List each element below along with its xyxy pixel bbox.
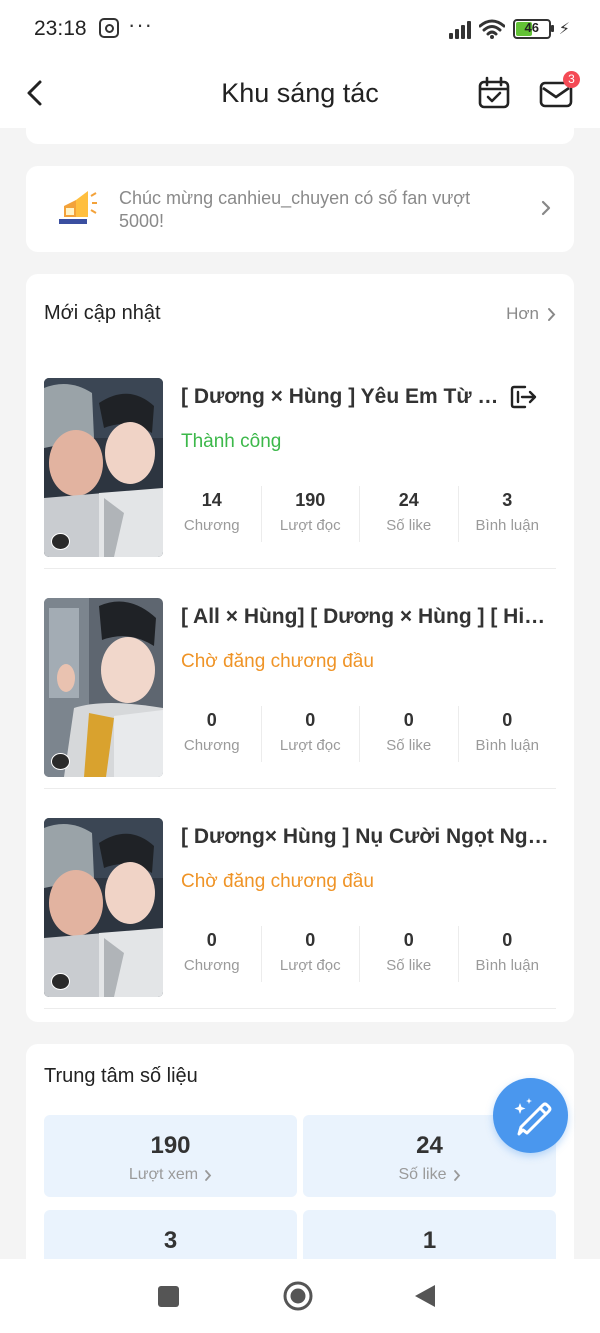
clock: 23:18 (34, 17, 87, 40)
more-link[interactable]: Hơn (506, 304, 556, 324)
stat-likes: 0 Số like (360, 706, 459, 762)
charging-icon: ⚡ (558, 21, 570, 38)
more-notifications-icon: ··· (128, 12, 153, 37)
home-button[interactable] (283, 1281, 313, 1311)
stat-label: Bình luận (475, 737, 539, 754)
stat-value: 0 (206, 710, 217, 730)
metric-label: Lượt xem (128, 1166, 199, 1183)
stat-value: 0 (502, 710, 513, 730)
work-status: Thành công (181, 431, 282, 452)
work-title: [ Dương × Hùng ] Yêu Em Từ Cái Nhìn Đầu … (181, 385, 511, 408)
cover-image (44, 818, 163, 997)
metric-value: 190 (150, 1132, 191, 1159)
cover-image (44, 378, 163, 557)
stat-label: Chương (183, 517, 240, 534)
recents-button[interactable] (158, 1286, 179, 1307)
stat-comments: 0 Bình luận (459, 926, 557, 982)
megaphone-icon (59, 191, 97, 224)
comment-bubble-icon (51, 753, 70, 770)
battery-icon: 46 (512, 19, 554, 39)
stat-label: Lượt đọc (279, 517, 341, 534)
work-item[interactable]: [ Dương× Hùng ] Nụ Cười Ngọt Ngào Chờ đă… (44, 798, 556, 1009)
stat-label: Số like (386, 957, 432, 974)
work-title: [ All × Hùng] [ Dương × Hùng ] [ Hiếu × … (181, 605, 551, 628)
calendar-check-icon[interactable] (477, 76, 511, 110)
stat-comments: 3 Bình luận (459, 486, 557, 542)
work-stats: 0 Chương 0 Lượt đọc 0 Số like 0 Bình luận (163, 706, 556, 762)
system-back-button[interactable] (413, 1283, 437, 1309)
metric-label: Số like (398, 1166, 447, 1183)
write-fab-button[interactable] (493, 1078, 568, 1153)
work-stats: 0 Chương 0 Lượt đọc 0 Số like 0 Bình luận (163, 926, 556, 982)
stat-chapters: 14 Chương (163, 486, 262, 542)
app-header: Khu sáng tác (0, 58, 600, 128)
pencil-sparkle-icon (514, 1098, 552, 1136)
section-title: Mới cập nhật (44, 302, 161, 324)
stat-value: 0 (305, 930, 316, 950)
instagram-icon (99, 18, 119, 38)
work-title: [ Dương× Hùng ] Nụ Cười Ngọt Ngào (181, 825, 551, 848)
chevron-right-icon (205, 1169, 212, 1181)
status-bar: 23:18 ··· 46 ⚡ (0, 0, 600, 58)
stat-value: 24 (398, 490, 419, 510)
chevron-right-icon (541, 200, 551, 216)
system-indicators: 46 ⚡ (448, 18, 570, 40)
stat-value: 3 (502, 490, 513, 510)
notice-text: Chúc mừng canhieu_chuyen có số fan vượt … (119, 188, 471, 231)
stat-value: 0 (403, 930, 414, 950)
metric-value: 1 (422, 1227, 437, 1254)
chevron-right-icon (548, 307, 556, 321)
cover-image (44, 598, 163, 777)
stat-value: 14 (201, 490, 222, 510)
stat-reads: 0 Lượt đọc (262, 926, 360, 982)
stat-label: Bình luận (475, 517, 539, 534)
stat-label: Lượt đọc (279, 737, 341, 754)
stat-value: 0 (403, 710, 414, 730)
fan-milestone-notice[interactable]: Chúc mừng canhieu_chuyen có số fan vượt … (26, 166, 574, 252)
signal-icon (448, 19, 471, 39)
stat-likes: 0 Số like (360, 926, 459, 982)
stat-chapters: 0 Chương (163, 926, 262, 982)
stat-chapters: 0 Chương (163, 706, 262, 762)
work-stats: 14 Chương 190 Lượt đọc 24 Số like 3 Bình luậ… (163, 486, 556, 542)
wifi-icon (478, 19, 505, 39)
mail-unread-badge: 3 (563, 71, 580, 88)
stat-reads: 190 Lượt đọc (262, 486, 360, 542)
work-item[interactable]: [ Dương × Hùng ] Yêu Em Từ Cái Nhìn Đầu … (44, 358, 556, 569)
recent-updates-section: Mới cập nhật Hơn [ Dương × Hùng ] Yêu Em… (26, 274, 574, 1022)
comment-bubble-icon (51, 533, 70, 550)
comment-bubble-icon (51, 973, 70, 990)
exit-icon[interactable] (509, 383, 537, 411)
stat-likes: 24 Số like (360, 486, 459, 542)
stat-label: Chương (183, 737, 240, 754)
work-status: Chờ đăng chương đầu (181, 871, 374, 892)
chevron-right-icon (453, 1169, 460, 1181)
section-title: Trung tâm số liệu (44, 1065, 198, 1087)
stat-label: Chương (183, 957, 240, 974)
stat-value: 0 (305, 710, 316, 730)
metric-views[interactable]: 190 Lượt xem (44, 1115, 297, 1197)
stat-value: 0 (502, 930, 513, 950)
stat-label: Lượt đọc (279, 957, 341, 974)
previous-card-edge (26, 128, 574, 144)
more-label: Hơn (506, 304, 539, 323)
stat-label: Bình luận (475, 957, 539, 974)
stat-value: 190 (295, 490, 326, 510)
stat-label: Số like (386, 517, 432, 534)
work-status: Chờ đăng chương đầu (181, 651, 374, 672)
stat-label: Số like (386, 737, 432, 754)
stat-reads: 0 Lượt đọc (262, 706, 360, 762)
metric-value: 3 (163, 1227, 178, 1254)
system-navigation-bar (0, 1259, 600, 1333)
stat-comments: 0 Bình luận (459, 706, 557, 762)
battery-level: 46 (524, 20, 539, 35)
work-item[interactable]: [ All × Hùng] [ Dương × Hùng ] [ Hiếu × … (44, 578, 556, 789)
stat-value: 0 (206, 930, 217, 950)
